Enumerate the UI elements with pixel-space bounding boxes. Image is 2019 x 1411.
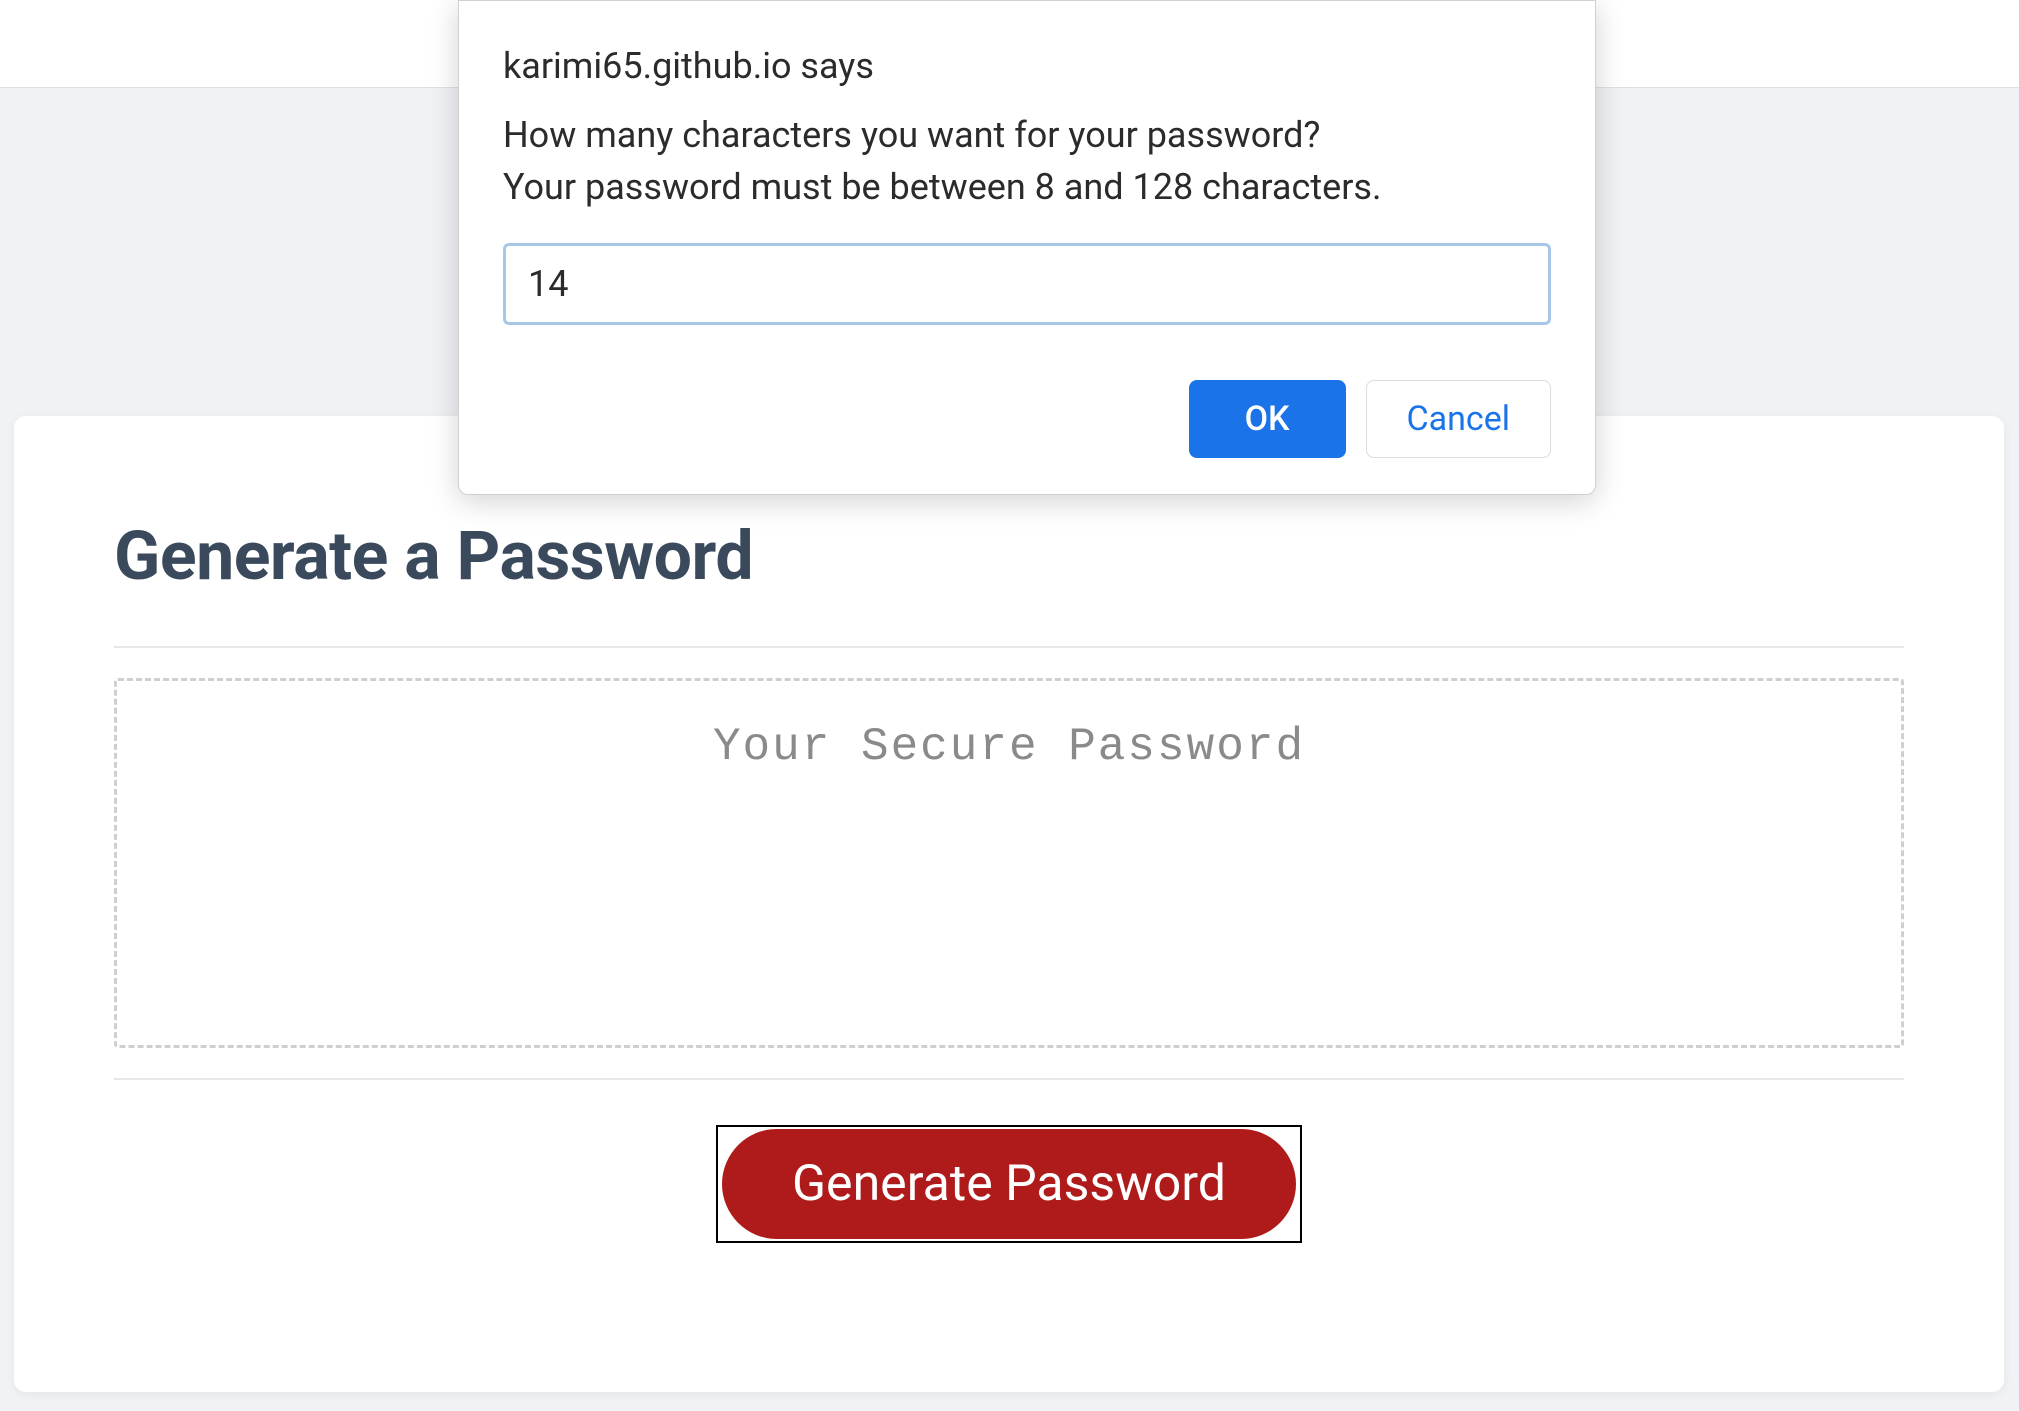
cancel-button[interactable]: Cancel [1366,380,1552,458]
javascript-prompt-dialog: karimi65.github.io says How many charact… [458,0,1596,495]
divider-top [114,646,1904,648]
dialog-origin-text: karimi65.github.io says [503,45,1551,87]
ok-button[interactable]: OK [1189,380,1346,458]
prompt-input[interactable] [503,243,1551,325]
generate-password-button[interactable]: Generate Password [722,1129,1296,1239]
generate-button-container: Generate Password [114,1125,1904,1243]
password-output-box: Your Secure Password [114,678,1904,1048]
password-placeholder-text: Your Secure Password [157,721,1861,773]
page-title: Generate a Password [114,516,1904,596]
generate-button-focus-ring: Generate Password [716,1125,1302,1243]
dialog-button-row: OK Cancel [503,380,1551,458]
divider-bottom [114,1078,1904,1080]
dialog-message-text: How many characters you want for your pa… [503,109,1551,213]
password-generator-card: Generate a Password Your Secure Password… [14,416,2004,1392]
